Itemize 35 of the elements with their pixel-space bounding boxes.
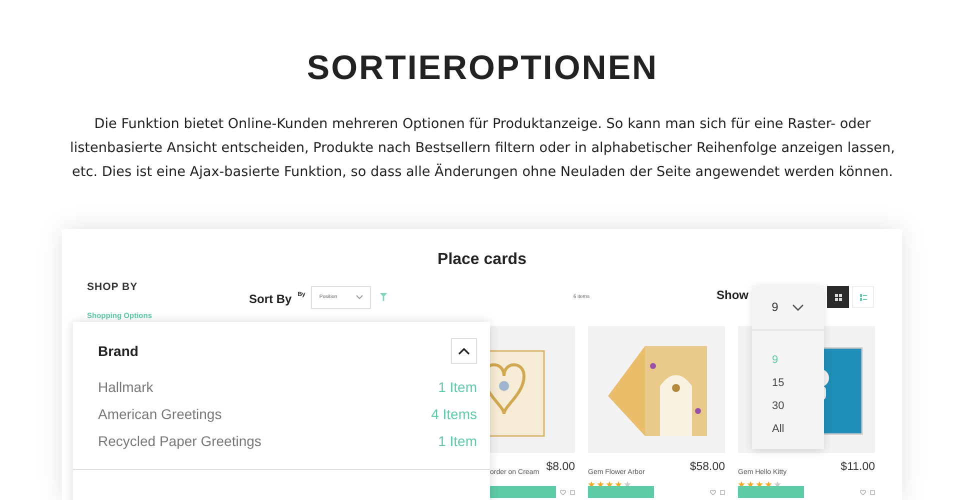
brand-option[interactable]: American Greetings — [98, 401, 222, 428]
dropdown-option[interactable]: 15 — [772, 372, 824, 395]
chevron-up-icon — [458, 347, 470, 355]
heart-icon[interactable] — [860, 490, 866, 494]
list-icon — [860, 294, 866, 300]
compare-icon[interactable] — [570, 490, 575, 494]
item-count: 4 Items — [431, 405, 477, 424]
page-heading: SORTIEROPTIONEN — [306, 48, 658, 89]
heart-icon[interactable] — [560, 490, 566, 494]
brand-option[interactable]: Hallmark — [98, 374, 154, 401]
brand-option[interactable]: Recycled Paper Greetings — [98, 428, 262, 455]
dropdown-option[interactable]: All — [772, 418, 824, 441]
grid-icon — [834, 294, 842, 300]
description-text: Die Funktion bietet Online-Kunden mehreren Optionen für Produktanzeige. So kann man sich für eine Raster- oder listenbasierte Ansicht entscheiden, Produkte nach Bestsellern filtern oder in alphabetischer Reihenfolge anzeigen lassen, etc. Dies ist eine Ajax-basierte Funktion, so dass alle Änderungen ohne Neuladen der Seite angewendet werden können. — [69, 115, 896, 182]
item-count: 1 Item — [438, 432, 477, 451]
grid-view-button[interactable] — [827, 286, 849, 308]
collapse-button[interactable] — [451, 338, 477, 364]
show-label: Show — [716, 288, 748, 302]
shop-by-heading: SHOP BY — [87, 281, 139, 293]
chevron-down-icon — [356, 294, 364, 300]
sort-by-label: Sort By — [249, 292, 292, 306]
category-title: Place cards — [436, 250, 528, 269]
item-count: 1 Item — [438, 378, 477, 397]
add-to-cart-button[interactable] — [490, 486, 556, 498]
filter-icon[interactable] — [380, 293, 388, 301]
product-price: $8.00 — [546, 461, 575, 473]
compare-icon[interactable] — [720, 490, 725, 494]
product-price: $58.00 — [690, 461, 725, 473]
compare-icon[interactable] — [870, 490, 875, 494]
heart-icon[interactable] — [710, 490, 716, 494]
brand-heading: Brand — [98, 343, 138, 359]
dropdown-option[interactable]: 30 — [772, 395, 824, 418]
chevron-down-icon — [792, 304, 804, 310]
show-select[interactable]: 9 — [752, 285, 824, 331]
product-price: $11.00 — [840, 461, 875, 473]
